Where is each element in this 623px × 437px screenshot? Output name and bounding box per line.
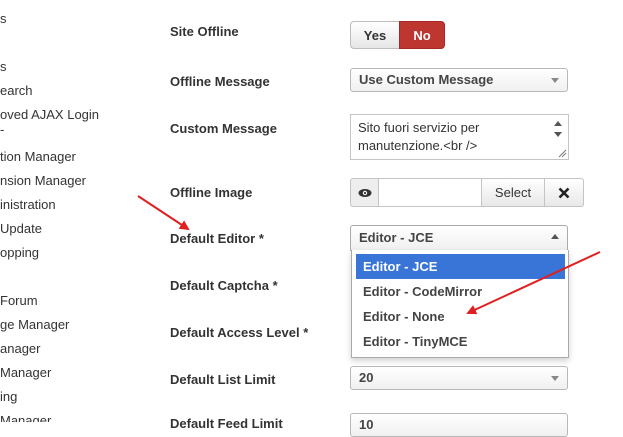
preview-button[interactable] — [350, 178, 378, 207]
site-offline-label: Site Offline — [170, 24, 239, 39]
offline-message-value: Use Custom Message — [359, 72, 494, 87]
close-icon — [558, 187, 570, 198]
chevron-down-icon — [551, 78, 559, 83]
sidebar-item[interactable]: s — [0, 59, 7, 74]
next-field-value: 10 — [359, 417, 374, 432]
sidebar: s s earch oved AJAX Login - tion Manager… — [0, 0, 150, 422]
sidebar-item[interactable]: Manager — [0, 365, 51, 380]
default-list-limit-select[interactable]: 20 — [350, 366, 568, 390]
next-field-select[interactable]: 10 — [350, 413, 568, 437]
default-captcha-label: Default Captcha * — [170, 278, 278, 293]
sidebar-item[interactable]: Manager — [0, 413, 51, 422]
default-editor-value: Editor - JCE — [359, 230, 434, 245]
offline-image-input[interactable] — [378, 178, 482, 207]
select-image-button[interactable]: Select — [482, 178, 545, 207]
sidebar-item[interactable]: anager — [0, 341, 40, 356]
offline-image-field: Select — [350, 178, 584, 207]
sidebar-item[interactable]: Forum — [0, 293, 38, 308]
custom-message-textarea[interactable]: Sito fuori servizio per manutenzione.<br… — [350, 114, 569, 160]
yes-button[interactable]: Yes — [350, 21, 399, 49]
offline-message-label: Offline Message — [170, 74, 270, 89]
sidebar-item[interactable]: - — [0, 122, 4, 137]
default-list-limit-value: 20 — [359, 370, 374, 385]
sidebar-item[interactable]: tion Manager — [0, 149, 76, 164]
default-access-level-label: Default Access Level * — [170, 325, 309, 340]
eye-icon — [358, 188, 371, 197]
sidebar-item[interactable]: opping — [0, 245, 39, 260]
editor-option-jce[interactable]: Editor - JCE — [356, 254, 565, 279]
custom-message-line: Sito fuori servizio per — [358, 120, 480, 135]
sidebar-item[interactable]: earch — [0, 83, 33, 98]
editor-option-none[interactable]: Editor - None — [356, 304, 565, 329]
sidebar-item[interactable]: Update — [0, 221, 42, 236]
default-list-limit-label: Default List Limit — [170, 372, 276, 387]
chevron-up-icon — [551, 234, 559, 239]
editor-option-codemirror[interactable]: Editor - CodeMirror — [356, 279, 565, 304]
offline-message-select[interactable]: Use Custom Message — [350, 68, 568, 92]
editor-option-tinymce[interactable]: Editor - TinyMCE — [356, 329, 565, 354]
clear-image-button[interactable] — [545, 178, 584, 207]
default-editor-select[interactable]: Editor - JCE — [350, 225, 568, 251]
sidebar-item[interactable]: inistration — [0, 197, 56, 212]
chevron-down-icon — [551, 376, 559, 381]
site-offline-toggle: Yes No — [350, 21, 445, 49]
default-editor-dropdown: Editor - JCE Editor - CodeMirror Editor … — [351, 250, 569, 358]
sidebar-item[interactable]: ge Manager — [0, 317, 69, 332]
custom-message-line: manutenzione.<br /> — [358, 138, 478, 153]
sidebar-item[interactable]: ing — [0, 389, 17, 404]
sidebar-item[interactable]: nsion Manager — [0, 173, 86, 188]
next-field-label: Default Feed Limit — [170, 416, 283, 431]
offline-image-label: Offline Image — [170, 185, 253, 200]
custom-message-label: Custom Message — [170, 121, 277, 136]
default-editor-label: Default Editor * — [170, 231, 264, 246]
sidebar-item[interactable]: s — [0, 11, 7, 26]
sidebar-item[interactable]: oved AJAX Login — [0, 107, 99, 122]
scroll-up-icon[interactable] — [554, 121, 562, 126]
scroll-down-icon[interactable] — [554, 132, 562, 137]
resize-grip-icon[interactable] — [557, 148, 567, 158]
no-button[interactable]: No — [399, 21, 445, 49]
